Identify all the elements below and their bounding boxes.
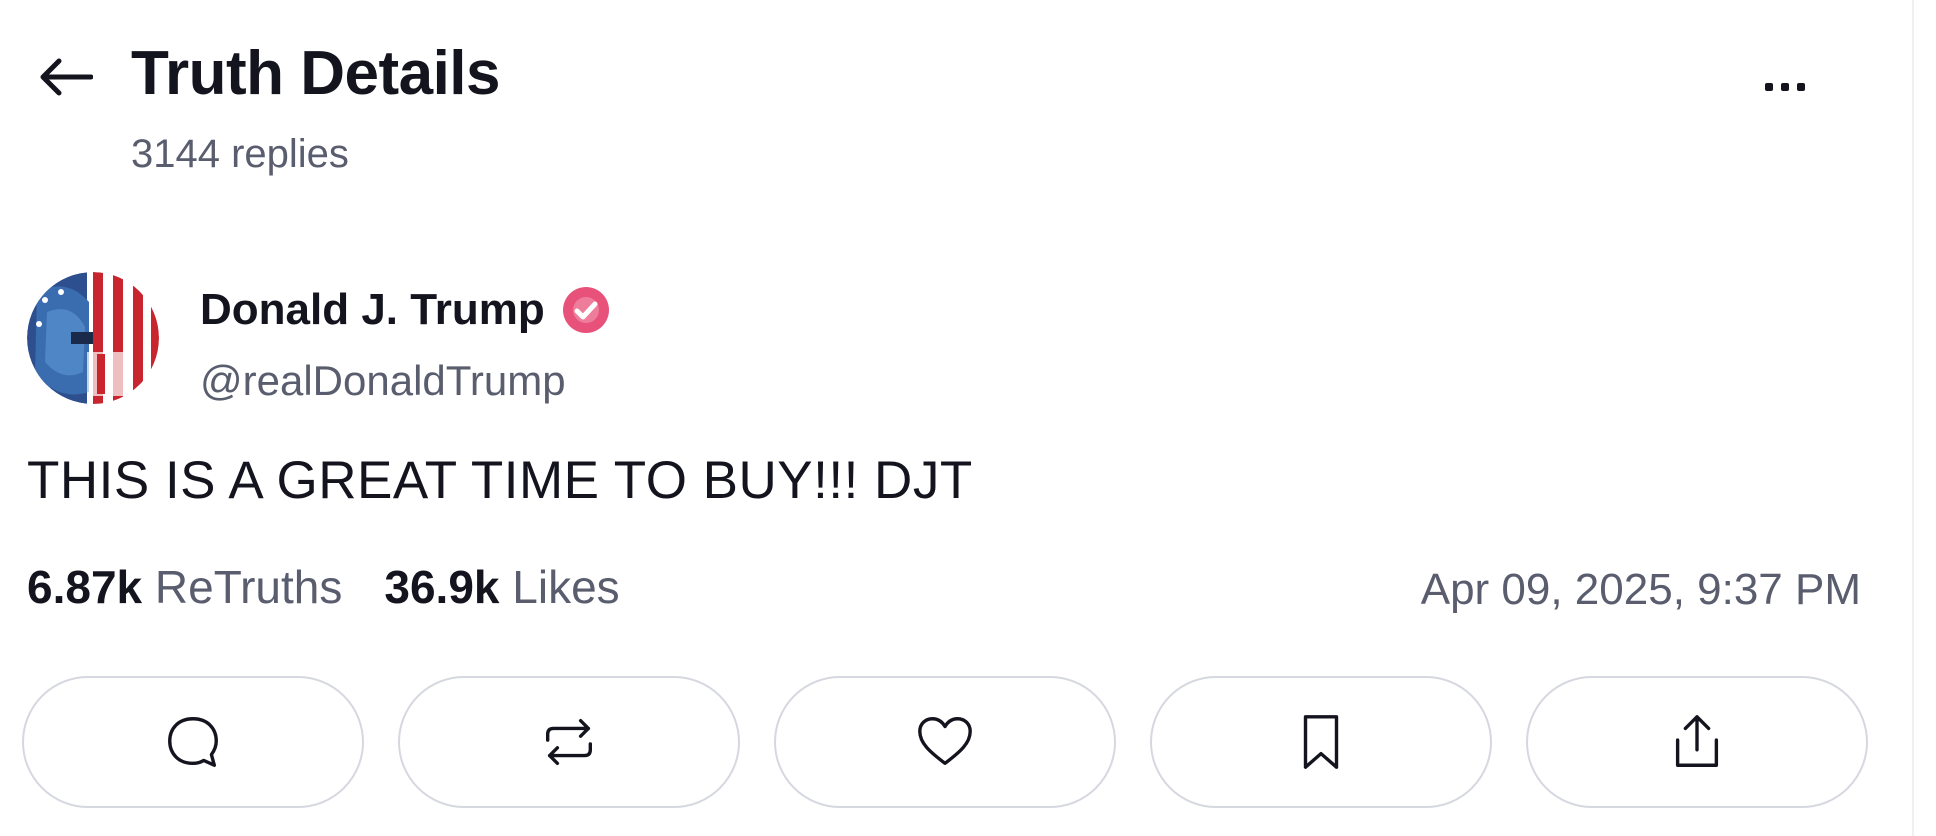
share-upload-icon xyxy=(1675,715,1719,767)
post-timestamp: Apr 09, 2025, 9:37 PM xyxy=(1420,565,1861,614)
retruth-button[interactable] xyxy=(398,676,740,808)
post-stats: 6.87k ReTruths 36.9k Likes xyxy=(27,560,620,614)
post-text: THIS IS A GREAT TIME TO BUY!!! DJT xyxy=(27,451,973,510)
back-button[interactable] xyxy=(30,47,100,107)
more-options-icon xyxy=(1765,83,1805,91)
likes-label: Likes xyxy=(512,561,620,613)
likes-count: 36.9k xyxy=(384,561,500,613)
retruths-count: 6.87k xyxy=(27,561,143,613)
avatar[interactable] xyxy=(27,272,159,404)
author-name-text: Donald J. Trump xyxy=(200,285,545,334)
arrow-left-icon xyxy=(40,58,93,96)
repost-arrows-icon xyxy=(545,718,593,766)
action-bar xyxy=(22,676,1870,812)
likes-stat[interactable]: 36.9k Likes xyxy=(384,560,619,614)
share-button[interactable] xyxy=(1526,676,1868,808)
bookmark-icon xyxy=(1303,715,1339,769)
more-options-button[interactable] xyxy=(1745,70,1825,104)
like-button[interactable] xyxy=(774,676,1116,808)
author-display-name[interactable]: Donald J. Trump xyxy=(200,285,611,335)
author-handle[interactable]: @realDonaldTrump xyxy=(200,357,566,405)
retruths-label: ReTruths xyxy=(154,561,343,613)
verified-badge-icon xyxy=(562,287,609,333)
page-header: Truth Details 3144 replies xyxy=(0,0,1936,200)
panel-divider xyxy=(1912,0,1914,836)
speech-bubble-icon xyxy=(168,717,218,767)
bookmark-button[interactable] xyxy=(1150,676,1492,808)
reply-button[interactable] xyxy=(22,676,364,808)
heart-icon xyxy=(918,717,972,766)
reply-count: 3144 replies xyxy=(131,132,349,176)
page-title: Truth Details xyxy=(131,39,501,108)
avatar-image xyxy=(27,272,159,404)
retruths-stat[interactable]: 6.87k ReTruths xyxy=(27,560,342,614)
